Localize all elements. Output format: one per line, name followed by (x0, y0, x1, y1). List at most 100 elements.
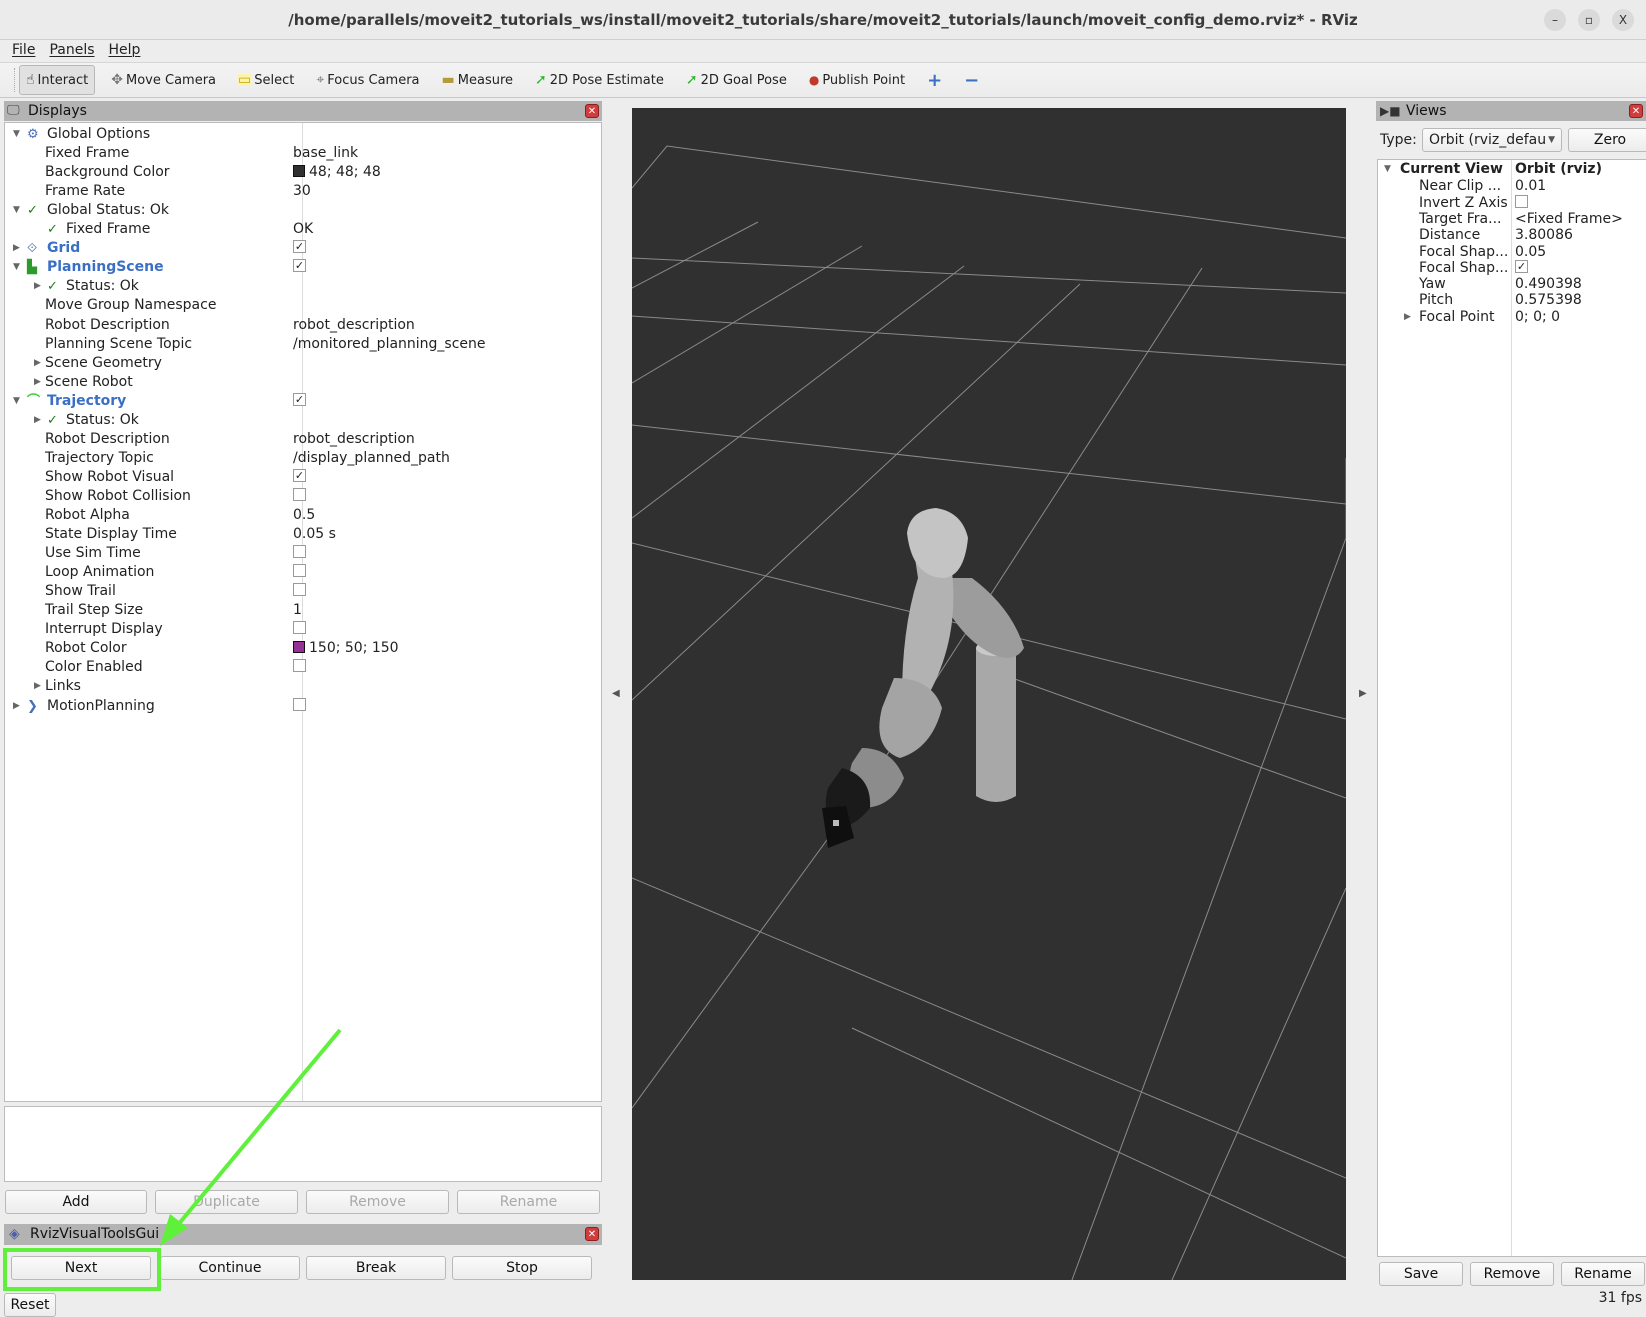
tool-2d-pose-estimate[interactable]: ➚ 2D Pose Estimate (529, 65, 670, 95)
display-row[interactable]: State Display Time 0.05 s (5, 525, 601, 544)
property-value[interactable]: ✓ (293, 392, 306, 411)
property-value[interactable] (293, 658, 306, 677)
add-display-button[interactable]: Add (5, 1190, 147, 1214)
property-value[interactable]: /display_planned_path (293, 449, 450, 468)
menu-panels[interactable]: Panels (49, 40, 94, 60)
render-viewport[interactable] (632, 108, 1346, 1280)
collapsed-arrow-icon[interactable]: ▶ (34, 277, 41, 296)
display-row[interactable]: Planning Scene Topic/monitored_planning_… (5, 335, 601, 354)
property-value[interactable]: ✓ (293, 239, 306, 258)
property-value[interactable]: ✓ (293, 468, 306, 487)
rename-view-button[interactable]: Rename (1561, 1262, 1645, 1286)
display-row[interactable]: Show Robot Collision (5, 487, 601, 506)
expanded-arrow-icon[interactable]: ▼ (13, 201, 20, 220)
display-row[interactable]: Robot Alpha 0.5 (5, 506, 601, 525)
property-checkbox[interactable] (293, 621, 306, 635)
property-value[interactable]: 1 (293, 601, 302, 620)
collapse-left-dock-arrow[interactable]: ◀ (612, 688, 620, 699)
display-row[interactable]: ▼ ⌒ Trajectory ✓ (5, 392, 601, 411)
property-value[interactable]: 150; 50; 150 (293, 639, 399, 658)
collapsed-arrow-icon[interactable]: ▶ (1404, 308, 1411, 327)
display-row[interactable]: ✓ Fixed Frame OK (5, 220, 601, 239)
display-row[interactable]: ▶ ✓ Status: Ok (5, 277, 601, 296)
display-row[interactable]: ▶ Scene Geometry (5, 354, 601, 373)
close-displays-panel-button[interactable]: ✕ (585, 104, 599, 118)
view-property-checkbox[interactable]: ✓ (1515, 259, 1528, 273)
property-value[interactable]: robot_description (293, 316, 415, 335)
display-row[interactable]: Trail Step Size 1 (5, 601, 601, 620)
property-value[interactable]: OK (293, 220, 313, 239)
color-swatch[interactable] (293, 640, 305, 653)
display-row[interactable]: ▶ ❯ MotionPlanning (5, 697, 601, 716)
display-row[interactable]: Trajectory Topic/display_planned_path (5, 449, 601, 468)
display-row[interactable]: Interrupt Display (5, 620, 601, 639)
reset-button[interactable]: Reset (4, 1293, 56, 1317)
collapse-right-dock-arrow[interactable]: ▶ (1359, 688, 1367, 699)
property-value[interactable]: 0.5 (293, 506, 315, 525)
expanded-arrow-icon[interactable]: ▼ (13, 392, 20, 411)
display-row[interactable]: ▶ Links (5, 677, 601, 696)
display-row[interactable]: Fixed Frame base_link (5, 144, 601, 163)
property-checkbox[interactable] (293, 583, 306, 597)
property-value[interactable]: 48; 48; 48 (293, 163, 381, 182)
property-checkbox[interactable] (293, 659, 306, 673)
property-value[interactable] (293, 487, 306, 506)
collapsed-arrow-icon[interactable]: ▶ (34, 354, 41, 373)
view-property-checkbox[interactable] (1515, 194, 1528, 208)
rename-display-button[interactable]: Rename (457, 1190, 600, 1214)
break-button[interactable]: Break (306, 1256, 446, 1280)
tool-focus-camera[interactable]: ⌖ Focus Camera (310, 65, 425, 95)
display-row[interactable]: Use Sim Time (5, 544, 601, 563)
property-value[interactable] (293, 563, 306, 582)
expanded-arrow-icon[interactable]: ▼ (1384, 160, 1391, 179)
property-value[interactable] (293, 544, 306, 563)
minimize-button[interactable]: – (1544, 9, 1566, 31)
display-row[interactable]: Loop Animation (5, 563, 601, 582)
close-window-button[interactable]: X (1612, 9, 1634, 31)
tool-interact[interactable]: ☝ Interact (19, 65, 96, 95)
property-value[interactable] (293, 620, 306, 639)
close-rviz-visual-tools-button[interactable]: ✕ (585, 1227, 599, 1241)
continue-button[interactable]: Continue (160, 1256, 300, 1280)
display-row[interactable]: Robot Description robot_description (5, 430, 601, 449)
expanded-arrow-icon[interactable]: ▼ (13, 125, 20, 144)
collapsed-arrow-icon[interactable]: ▶ (34, 411, 41, 430)
add-tool-button[interactable]: + (921, 65, 948, 95)
close-views-panel-button[interactable]: ✕ (1629, 104, 1643, 118)
display-row[interactable]: Show Robot Visual ✓ (5, 468, 601, 487)
remove-tool-button[interactable]: − (958, 65, 985, 95)
maximize-button[interactable]: ▫ (1578, 9, 1600, 31)
property-value[interactable]: base_link (293, 144, 358, 163)
collapsed-arrow-icon[interactable]: ▶ (13, 239, 20, 258)
display-row[interactable]: Robot Color 150; 50; 150 (5, 639, 601, 658)
remove-display-button[interactable]: Remove (306, 1190, 449, 1214)
property-checkbox[interactable] (293, 697, 306, 711)
property-checkbox[interactable]: ✓ (293, 240, 306, 254)
stop-button[interactable]: Stop (452, 1256, 592, 1280)
display-row[interactable]: ▶ ✓ Status: Ok (5, 411, 601, 430)
property-checkbox[interactable]: ✓ (293, 468, 306, 482)
display-row[interactable]: ▶ ⟐ Grid ✓ (5, 239, 601, 258)
display-row[interactable]: ▼ ▙ PlanningScene ✓ (5, 258, 601, 277)
tool-2d-goal-pose[interactable]: ➚ 2D Goal Pose (680, 65, 793, 95)
view-property-value[interactable]: 0; 0; 0 (1515, 308, 1560, 327)
display-row[interactable]: ▼ ✓ Global Status: Ok (5, 201, 601, 220)
duplicate-display-button[interactable]: Duplicate (155, 1190, 298, 1214)
display-row[interactable]: Background Color 48; 48; 48 (5, 163, 601, 182)
property-value[interactable]: robot_description (293, 430, 415, 449)
display-row[interactable]: Robot Description robot_description (5, 316, 601, 335)
property-checkbox[interactable] (293, 564, 306, 578)
property-value[interactable]: 30 (293, 182, 311, 201)
property-checkbox[interactable] (293, 545, 306, 559)
save-view-button[interactable]: Save (1379, 1262, 1463, 1286)
tool-measure[interactable]: ▬ Measure (436, 65, 519, 95)
display-row[interactable]: Move Group Namespace (5, 296, 601, 315)
menu-file[interactable]: File (12, 40, 35, 60)
view-type-dropdown[interactable]: Orbit (rviz_defau ▼ (1422, 128, 1562, 152)
property-checkbox[interactable]: ✓ (293, 259, 306, 273)
display-row[interactable]: Show Trail (5, 582, 601, 601)
property-value[interactable]: 0.05 s (293, 525, 336, 544)
view-property-row[interactable]: ▶ Focal Point 0; 0; 0 (1378, 308, 1646, 327)
property-checkbox[interactable] (293, 487, 306, 501)
menu-help[interactable]: Help (109, 40, 141, 60)
